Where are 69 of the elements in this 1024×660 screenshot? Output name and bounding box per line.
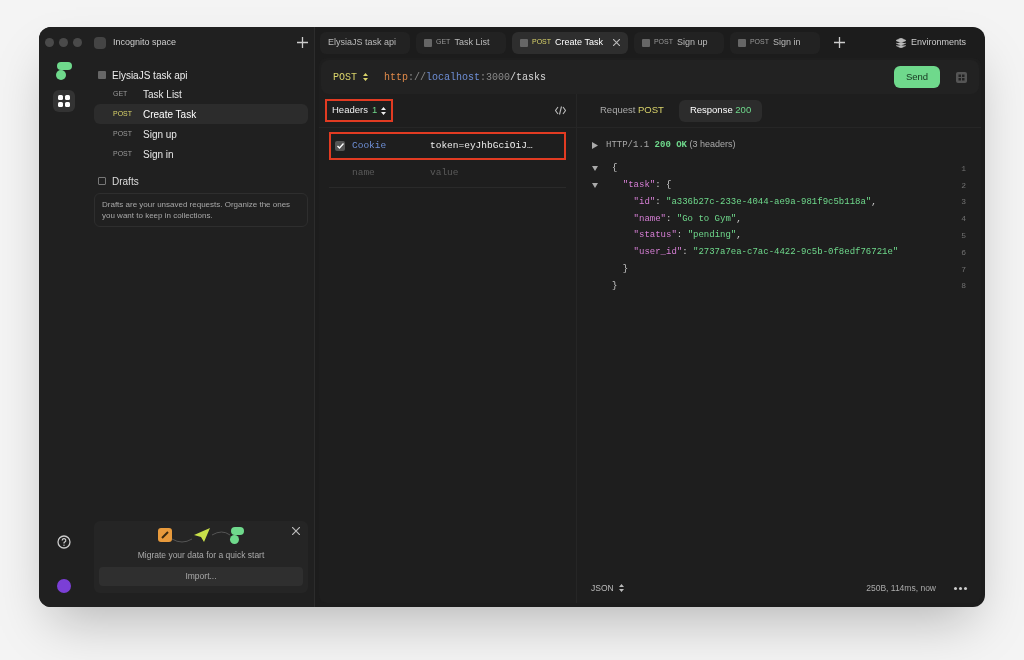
line-number: 1 bbox=[960, 162, 966, 175]
sort-arrows-icon bbox=[381, 106, 387, 115]
avatar[interactable] bbox=[56, 579, 71, 593]
url-field[interactable]: http://localhost:3000/tasks bbox=[384, 69, 894, 85]
line-number: 3 bbox=[960, 196, 966, 209]
sort-arrows-icon bbox=[363, 73, 368, 81]
import-button[interactable]: Import... bbox=[99, 566, 303, 586]
close-icon[interactable] bbox=[292, 527, 300, 535]
sort-arrows-icon bbox=[618, 584, 624, 592]
drafts-title[interactable]: Drafts bbox=[112, 173, 139, 189]
line-number: 7 bbox=[960, 263, 966, 276]
code-line: "task": { bbox=[622, 179, 672, 190]
checkbox[interactable] bbox=[335, 141, 345, 151]
request-icon bbox=[641, 38, 650, 47]
plus-icon[interactable] bbox=[833, 37, 845, 48]
request-name: Create Task bbox=[143, 107, 197, 122]
request-name: Task List bbox=[143, 87, 182, 102]
headers-dropdown[interactable]: Headers 1 bbox=[332, 103, 387, 118]
format-selector[interactable]: JSON bbox=[591, 581, 624, 595]
line-number: 6 bbox=[960, 246, 966, 259]
collection-icon bbox=[98, 71, 106, 79]
tab-label: Sign up bbox=[677, 35, 708, 49]
request-icon bbox=[737, 38, 746, 47]
logo-icon bbox=[55, 62, 72, 80]
response-stats: 250B, 114ms, now bbox=[866, 581, 936, 595]
tab-label: Sign in bbox=[773, 35, 801, 49]
header-name[interactable]: Cookie bbox=[352, 138, 430, 154]
more-icon[interactable] bbox=[954, 586, 967, 590]
migrate-text: Migrate your data for a quick start bbox=[137, 549, 265, 562]
collections-button[interactable] bbox=[52, 90, 75, 112]
code-line: "status": "pending", bbox=[633, 230, 742, 241]
request-name: Sign up bbox=[143, 127, 177, 142]
request-name: Sign in bbox=[143, 147, 174, 162]
code-line: } bbox=[622, 263, 629, 274]
send-button[interactable]: Send bbox=[894, 66, 940, 88]
request-icon bbox=[520, 38, 528, 47]
tab-label: Create Task bbox=[555, 35, 603, 49]
request-tab[interactable]: ElysiaJS task api bbox=[320, 31, 410, 54]
code-line: "name": "Go to Gym", bbox=[633, 213, 742, 224]
collection-title[interactable]: ElysiaJS task api bbox=[112, 67, 188, 83]
line-number: 8 bbox=[960, 280, 966, 293]
response-tab[interactable]: Response 200 bbox=[678, 99, 763, 122]
status-line: HTTP/1.1 200 OK (3 headers) bbox=[606, 138, 736, 152]
code-icon[interactable] bbox=[555, 106, 566, 115]
code-line: } bbox=[612, 280, 618, 291]
line-number: 2 bbox=[960, 179, 966, 192]
line-number: 5 bbox=[960, 230, 966, 243]
line-number: 4 bbox=[960, 213, 966, 226]
plus-icon[interactable] bbox=[297, 37, 308, 48]
tab-label: ElysiaJS task api bbox=[328, 35, 397, 49]
code-line: "id": "a336b27c-233e-4044-ae9a-981f9c5b118a", bbox=[633, 196, 877, 207]
fold-arrow-icon[interactable] bbox=[592, 166, 598, 172]
code-line: { bbox=[612, 163, 618, 174]
grid-icon bbox=[57, 95, 70, 107]
fold-arrow-icon[interactable] bbox=[592, 183, 598, 189]
layers-icon bbox=[895, 37, 906, 48]
expand-arrow-icon[interactable] bbox=[592, 141, 598, 149]
tab-label: Task List bbox=[454, 35, 490, 49]
request-icon bbox=[424, 38, 432, 47]
help-icon[interactable] bbox=[56, 535, 71, 549]
environments-button[interactable]: Environments bbox=[895, 35, 980, 50]
method-selector[interactable]: POST bbox=[333, 69, 368, 85]
header-value[interactable]: token=eyJhbGciOiJ… bbox=[430, 138, 533, 154]
code-line: "user_id": "2737a7ea-c7ac-4422-9c5b-0f8edf76721e" bbox=[633, 247, 899, 258]
drafts-icon bbox=[98, 177, 106, 185]
drafts-note: Drafts are your unsaved requests. Organize the ones you want to keep in collections. bbox=[94, 193, 308, 227]
workspace-name[interactable]: Incognito space bbox=[113, 35, 290, 50]
response-tab[interactable]: Request POST bbox=[589, 99, 675, 122]
close-icon[interactable] bbox=[612, 39, 620, 46]
